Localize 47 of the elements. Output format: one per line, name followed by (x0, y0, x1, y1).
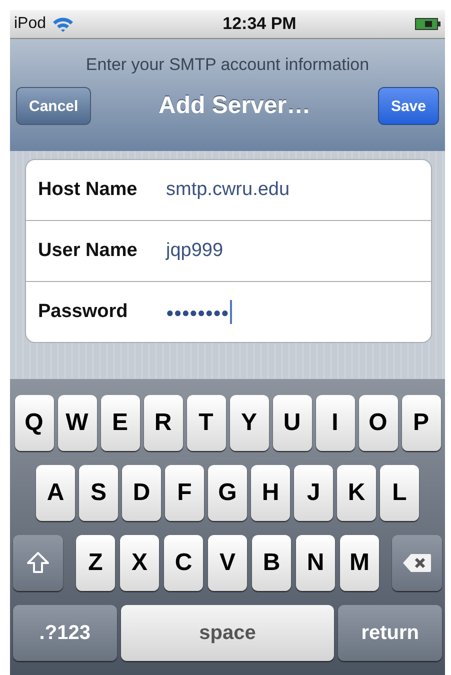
keyboard-key[interactable]: T (186, 395, 226, 451)
keyboard-key[interactable]: F (165, 465, 204, 521)
keyboard-key[interactable]: V (208, 535, 247, 591)
field-label: Password (38, 301, 129, 323)
keyboard-key[interactable]: D (122, 465, 161, 521)
battery-icon (414, 18, 441, 30)
arrow-up-icon (26, 551, 50, 575)
keyboard-key[interactable]: N (296, 535, 335, 591)
keyboard-key[interactable]: H (251, 465, 290, 521)
keyboard-key[interactable]: Z (76, 535, 115, 591)
field-label: Host Name (38, 179, 138, 201)
keyboard-key[interactable]: B (252, 535, 291, 591)
input-field[interactable]: smtp.cwru.edu (166, 175, 419, 205)
keyboard-key[interactable]: S (79, 465, 118, 521)
clock-time: 12:34 PM (222, 14, 296, 34)
delete-key[interactable] (392, 535, 442, 591)
keyboard-key[interactable]: O (358, 395, 398, 451)
input-field[interactable]: jqp999 (166, 236, 419, 266)
keyboard-key[interactable]: W (58, 395, 96, 451)
keyboard-key[interactable]: G (208, 465, 247, 521)
keyboard-key[interactable]: L (380, 465, 419, 521)
keyboard-key[interactable]: M (340, 535, 379, 591)
nav-title: Add Server… (158, 92, 311, 120)
keyboard-key[interactable]: R (144, 395, 182, 451)
keyboard-key[interactable]: J (294, 465, 333, 521)
keyboard-key[interactable]: E (100, 395, 140, 451)
backspace-icon (402, 553, 432, 573)
shift-key[interactable] (13, 535, 63, 591)
keyboard-key[interactable]: U (272, 395, 312, 451)
keyboard-key[interactable]: K (337, 465, 376, 521)
cancel-button[interactable]: Cancel (16, 87, 92, 125)
input-field[interactable]: ●●●●●●●● (166, 297, 419, 327)
space-key[interactable]: space (120, 605, 334, 661)
numbers-key[interactable]: .?123 (13, 605, 117, 661)
keyboard-key[interactable]: X (120, 535, 159, 591)
keyboard-key[interactable]: Y (230, 395, 268, 451)
field-label: User Name (38, 240, 138, 262)
carrier-name: iPod (14, 15, 46, 33)
keyboard-key[interactable]: C (164, 535, 203, 591)
keyboard-key[interactable]: I (316, 395, 354, 451)
return-key[interactable]: return (338, 605, 442, 661)
keyboard-key[interactable]: Q (14, 395, 54, 451)
keyboard-key[interactable]: P (402, 395, 440, 451)
keyboard-key[interactable]: A (36, 465, 75, 521)
nav-prompt: Enter your SMTP account information (84, 54, 370, 76)
wifi-icon (52, 16, 74, 32)
save-button[interactable]: Save (378, 87, 439, 125)
